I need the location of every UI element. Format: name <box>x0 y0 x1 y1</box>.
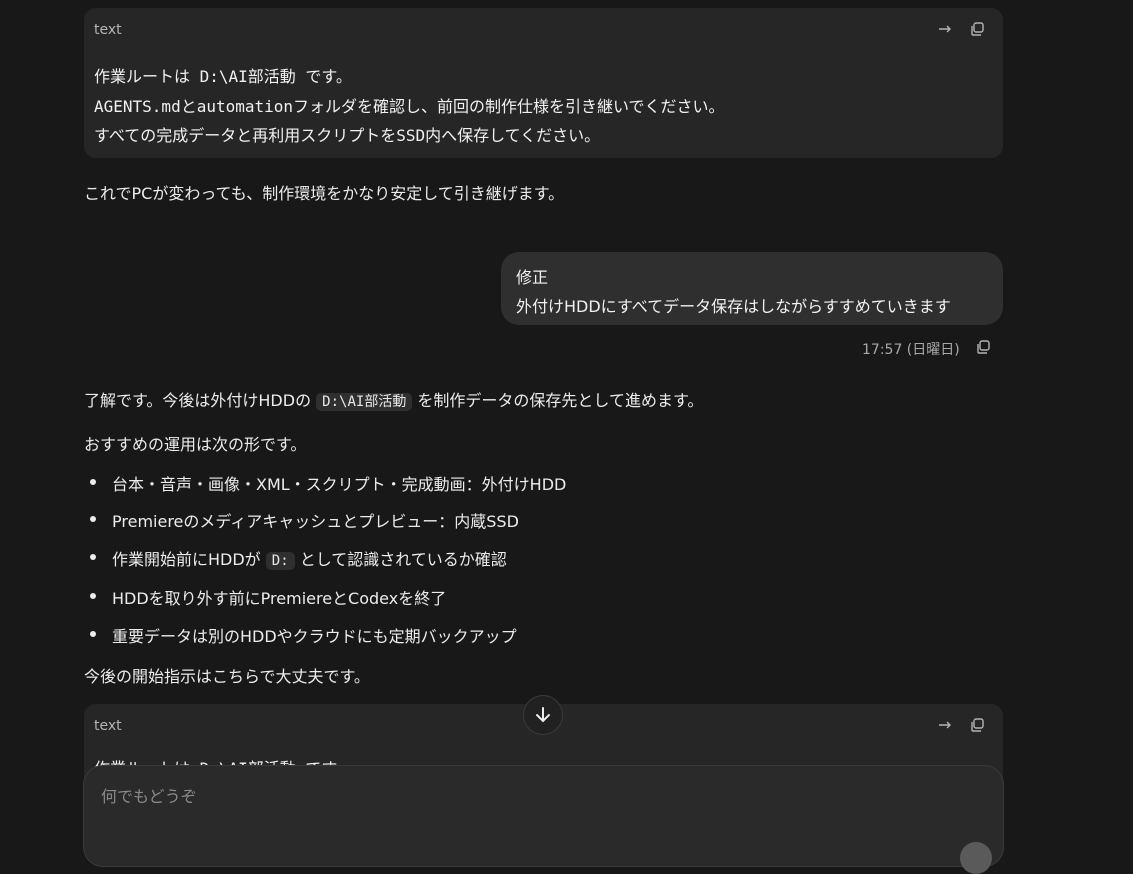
bullet-dot <box>90 479 96 485</box>
user-message-bubble: 修正 外付けHDDにすべてデータ保存はしながらすすめていきます <box>501 252 1003 325</box>
assistant-intro: 了解です。今後は外付けHDDの D:\AI部活動 を制作データの保存先として進め… <box>84 387 703 411</box>
list-item: 台本・音声・画像・XML・スクリプト・完成動画：外付けHDD <box>112 475 567 494</box>
list-item: 重要データは別のHDDやクラウドにも定期バックアップ <box>112 627 517 646</box>
intro-text-after: を制作データの保存先として進めます。 <box>417 391 704 410</box>
message-composer <box>83 765 1004 874</box>
copy-icon[interactable] <box>974 338 992 356</box>
recommendation-heading: おすすめの運用は次の形です。 <box>84 435 307 454</box>
list-item-text: 作業開始前にHDDが <box>112 550 261 569</box>
message-timestamp: 17:57 (日曜日) <box>862 342 960 358</box>
code-block: text 作業ルートは D:\AI部活動 です。 AGENTS.mdとautom… <box>84 8 1003 158</box>
copy-icon[interactable] <box>968 20 986 38</box>
wrap-arrow-icon[interactable] <box>936 20 954 38</box>
list-item: 作業開始前にHDDが D: として認識されているか確認 <box>112 546 507 570</box>
bullet-dot <box>90 593 96 599</box>
bullet-dot <box>90 554 96 560</box>
user-message-line: 修正 <box>516 268 549 287</box>
arrow-down-icon <box>536 707 550 723</box>
intro-text-before: 了解です。今後は外付けHDDの <box>84 391 312 410</box>
code-line: 作業ルートは D:\AI部活動 です。 <box>94 67 352 86</box>
user-message-line: 外付けHDDにすべてデータ保存はしながらすすめていきます <box>516 297 951 316</box>
code-language-label: text <box>94 22 122 38</box>
bullet-dot <box>90 631 96 637</box>
copy-icon[interactable] <box>968 716 986 734</box>
assistant-text: これでPCが変わっても、制作環境をかなり安定して引き継げます。 <box>84 184 565 203</box>
send-button-edge[interactable] <box>960 842 992 874</box>
list-item-text: として認識されているか確認 <box>299 550 507 569</box>
wrap-arrow-icon[interactable] <box>936 716 954 734</box>
scroll-to-bottom-button[interactable] <box>523 695 563 735</box>
bullet-dot <box>90 516 96 522</box>
list-item: HDDを取り外す前にPremiereとCodexを終了 <box>112 589 447 608</box>
message-input[interactable] <box>99 786 963 807</box>
code-line: AGENTS.mdとautomationフォルダを確認し、前回の制作仕様を引き継… <box>94 96 725 116</box>
code-line: すべての完成データと再利用スクリプトをSSD内へ保存してください。 <box>94 126 601 145</box>
inline-code: D: <box>265 552 295 570</box>
code-content: 作業ルートは D:\AI部活動 です。 AGENTS.mdとautomation… <box>94 62 725 151</box>
list-item: Premiereのメディアキャッシュとプレビュー：内蔵SSD <box>112 512 519 531</box>
code-language-label: text <box>94 718 122 734</box>
closing-text: 今後の開始指示はこちらで大丈夫です。 <box>84 667 370 686</box>
inline-code: D:\AI部活動 <box>316 393 413 411</box>
